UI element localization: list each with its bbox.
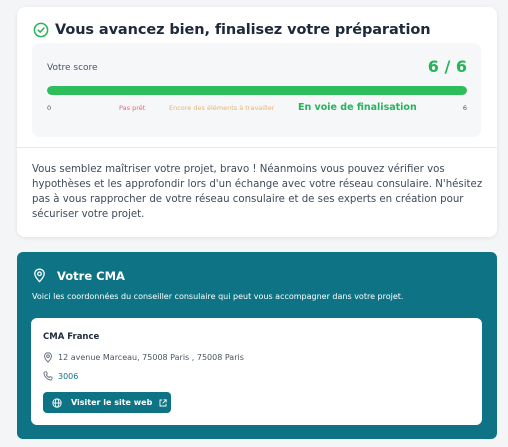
score-message: Vous semblez maîtriser votre projet, bra… bbox=[32, 164, 483, 220]
score-value: 6 / 6 bbox=[427, 57, 467, 76]
cma-block: Votre CMA Voici les coordonnées du conse… bbox=[17, 252, 497, 439]
score-progress-bar bbox=[47, 86, 467, 95]
divider bbox=[17, 147, 497, 148]
scale-min-label: 0 bbox=[47, 104, 52, 112]
map-pin-icon bbox=[34, 268, 45, 283]
contact-name: CMA France bbox=[43, 332, 100, 342]
contact-address: 12 avenue Marceau, 75008 Paris , 75008 P… bbox=[58, 353, 244, 362]
card-title: Vous avancez bien, finalisez votre prépa… bbox=[55, 22, 431, 38]
external-link-icon bbox=[159, 398, 167, 406]
cma-title: Votre CMA bbox=[57, 269, 125, 283]
phone-icon bbox=[43, 371, 53, 381]
visit-website-button[interactable]: Visiter le site web bbox=[43, 392, 171, 413]
card-header: Vous avancez bien, finalisez votre prépa… bbox=[33, 22, 431, 38]
visit-website-label: Visiter le site web bbox=[71, 398, 153, 407]
map-pin-icon bbox=[43, 352, 53, 363]
scale-max-label: 6 bbox=[462, 104, 467, 112]
level-mid-label: Encore des éléments à travailler bbox=[169, 104, 275, 112]
globe-icon bbox=[52, 397, 62, 408]
score-label: Votre score bbox=[47, 63, 98, 73]
level-high-label: En voie de finalisation bbox=[298, 102, 417, 113]
check-circle-icon bbox=[33, 22, 49, 38]
level-low-label: Pas prêt bbox=[119, 104, 146, 112]
progress-card: Vous avancez bien, finalisez votre prépa… bbox=[17, 7, 497, 237]
score-progress-fill bbox=[47, 86, 467, 95]
score-box: Votre score 6 / 6 0 Pas prêt Encore des … bbox=[32, 43, 481, 137]
cma-description: Voici les coordonnées du conseiller cons… bbox=[32, 292, 404, 301]
phone-link[interactable]: 3006 bbox=[58, 372, 78, 381]
contact-card: CMA France 12 avenue Marceau, 75008 Pari… bbox=[31, 318, 482, 425]
